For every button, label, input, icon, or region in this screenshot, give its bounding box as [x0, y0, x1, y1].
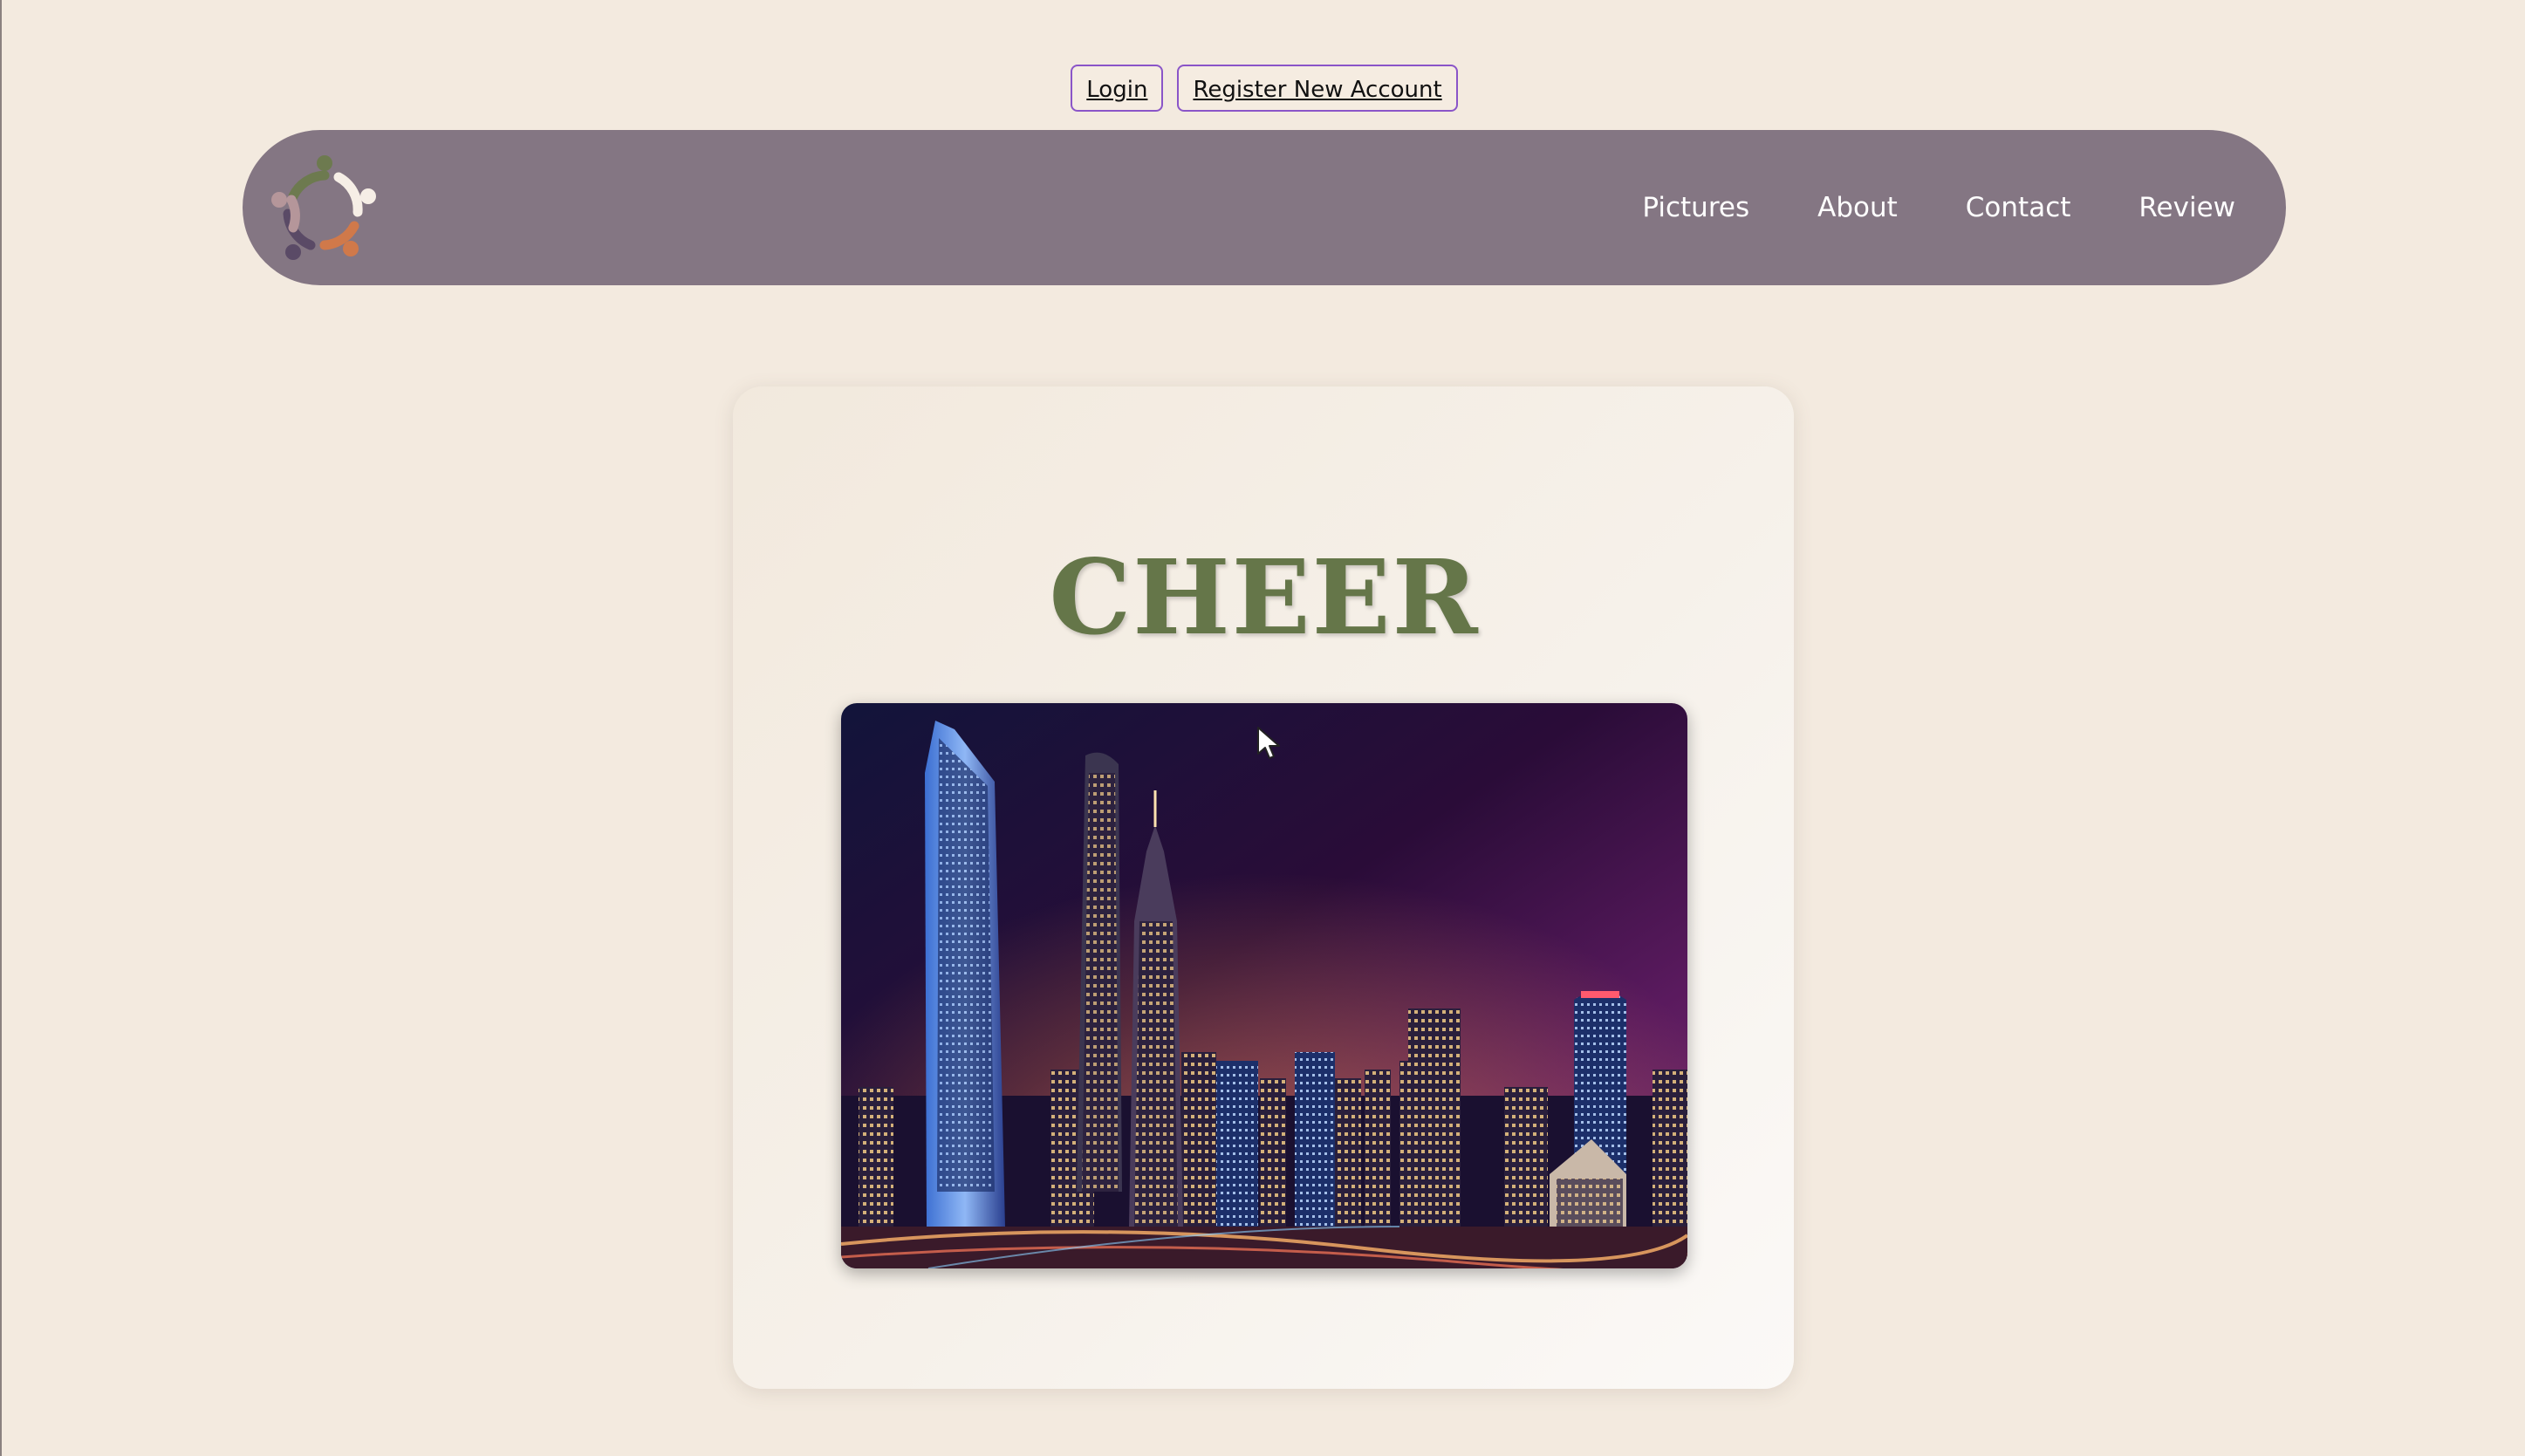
- nav-link-contact[interactable]: Contact: [1966, 192, 2071, 223]
- page-title: CHEER: [1049, 537, 1480, 658]
- register-button[interactable]: Register New Account: [1177, 65, 1458, 112]
- city-skyline-night-icon: [841, 703, 1687, 1268]
- nav-links: Pictures About Contact Review: [1642, 130, 2235, 285]
- navbar: Pictures About Contact Review: [243, 130, 2286, 285]
- nav-link-about[interactable]: About: [1817, 192, 1898, 223]
- auth-bar: Login Register New Account: [2, 65, 2525, 112]
- city-skyline-photo: [841, 703, 1687, 1268]
- login-button[interactable]: Login: [1071, 65, 1164, 112]
- people-circle-logo-icon[interactable]: [267, 151, 380, 264]
- nav-link-review[interactable]: Review: [2138, 192, 2235, 223]
- mouse-cursor-icon: [1257, 727, 1280, 759]
- nav-link-pictures[interactable]: Pictures: [1642, 192, 1749, 223]
